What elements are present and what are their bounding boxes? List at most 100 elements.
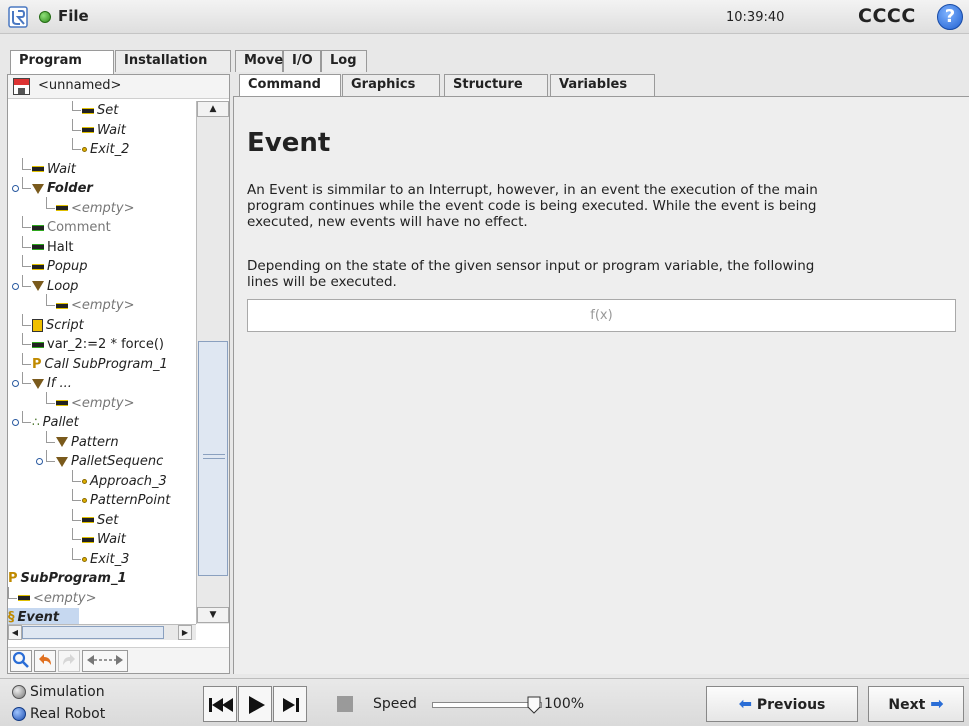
arrow-right-icon: ➡	[930, 694, 944, 713]
redo-icon[interactable]	[58, 650, 80, 672]
tree-connector	[72, 528, 81, 540]
expand-toggle-icon[interactable]	[36, 458, 43, 465]
tree-scroll-thumb[interactable]	[198, 341, 228, 576]
tree-node[interactable]: <empty>	[18, 589, 97, 608]
scroll-left-icon[interactable]: ◀	[8, 625, 22, 640]
expand-toggle-icon[interactable]	[12, 185, 19, 192]
clock: 10:39:40	[726, 10, 785, 25]
simulation-radio[interactable]: Simulation	[12, 684, 105, 700]
tree-node[interactable]: Pattern	[56, 433, 119, 452]
tree-node[interactable]: var_2:=2 * force()	[32, 335, 164, 354]
waypoint-icon	[82, 556, 87, 562]
tree-node[interactable]: Exit_3	[82, 550, 129, 569]
previous-button[interactable]: ⬅ Previous	[706, 686, 858, 722]
scroll-down-icon[interactable]: ▼	[197, 607, 229, 623]
file-menu[interactable]: File	[58, 7, 89, 25]
speed-slider-handle[interactable]	[527, 696, 541, 714]
tab-graphics[interactable]: Graphics	[342, 74, 440, 96]
tree-node-label: Call SubProgram_1	[44, 356, 168, 372]
tree-node[interactable]: Wait	[32, 160, 76, 179]
tab-move[interactable]: Move	[235, 50, 283, 72]
tree-connector	[22, 235, 31, 248]
tab-structure[interactable]: Structure	[444, 74, 548, 96]
tree-connector	[72, 547, 81, 560]
popup-icon	[32, 263, 44, 270]
tree-node[interactable]: <empty>	[56, 199, 135, 218]
real-robot-radio[interactable]: Real Robot	[12, 706, 105, 722]
program-header: <unnamed>	[8, 75, 229, 99]
move-node-icon[interactable]	[82, 650, 128, 672]
tree-node-label: PatternPoint	[90, 493, 171, 508]
tree-node[interactable]: Folder	[32, 179, 93, 198]
tree-node[interactable]: Exit_2	[82, 140, 129, 159]
tree-node-label: Folder	[47, 181, 93, 196]
scroll-right-icon[interactable]: ▶	[178, 625, 192, 640]
tree-horizontal-scrollbar[interactable]: ◀ ▶	[8, 624, 196, 640]
tree-node[interactable]: Loop	[32, 277, 78, 296]
tree-node[interactable]: PatternPoint	[82, 491, 170, 510]
tree-vertical-scrollbar[interactable]: ▲ ▼	[196, 101, 229, 624]
tree-node[interactable]: Approach_3	[82, 472, 167, 491]
tree-node-label: Exit_2	[90, 142, 130, 157]
tree-node[interactable]: Comment	[32, 218, 111, 237]
tree-hscroll-thumb[interactable]	[22, 626, 164, 639]
tree-node-label: Comment	[47, 220, 111, 235]
save-icon[interactable]	[13, 78, 30, 95]
tree-node[interactable]: Wait	[82, 121, 126, 140]
speed-slider[interactable]	[432, 702, 542, 708]
tree-connector	[46, 391, 55, 404]
tree-node[interactable]: Set	[82, 101, 118, 120]
tree-node[interactable]: Set	[82, 511, 118, 530]
expression-input[interactable]: f(x)	[247, 299, 956, 332]
expand-toggle-icon[interactable]	[12, 380, 19, 387]
sequence-icon	[56, 456, 68, 467]
tree-connector	[22, 333, 31, 345]
tree-node[interactable]: If ...	[32, 374, 72, 393]
expand-toggle-icon[interactable]	[12, 419, 19, 426]
tree-node[interactable]: <empty>	[56, 394, 135, 413]
tree-node-label: Set	[97, 512, 119, 528]
tree-node[interactable]: Halt	[32, 238, 73, 257]
search-icon[interactable]	[10, 650, 32, 672]
script-icon	[32, 318, 43, 332]
tree-connector	[72, 508, 81, 521]
tree-node[interactable]: Popup	[32, 257, 88, 276]
scroll-up-icon[interactable]: ▲	[197, 101, 229, 117]
waypoint-icon	[82, 478, 87, 484]
tree-node[interactable]: P SubProgram_1	[8, 569, 127, 588]
tree-node[interactable]: Script	[32, 316, 84, 335]
tree-node-label: Pallet	[42, 415, 79, 430]
tree-connector	[72, 489, 81, 501]
program-tree: Set Wait Exit_2 Wait Folder <empty> Comment Hal…	[8, 101, 196, 624]
expand-toggle-icon[interactable]	[12, 282, 19, 290]
help-icon[interactable]: ?	[937, 4, 963, 30]
tree-node[interactable]: § Event	[8, 608, 80, 624]
tree-connector	[22, 177, 31, 189]
tab-log[interactable]: Log	[321, 50, 367, 72]
tree-toolbar	[8, 647, 229, 673]
real-robot-radio-icon	[12, 707, 26, 721]
if-icon	[32, 378, 44, 389]
next-button[interactable]: Next ➡	[868, 686, 964, 722]
tree-node[interactable]: Wait	[82, 530, 126, 549]
step-button[interactable]	[273, 686, 307, 722]
tree-node[interactable]: P Call SubProgram_1	[32, 355, 168, 374]
description-line: executed, new events will have no effect…	[247, 214, 528, 230]
tree-node[interactable]: <empty>	[56, 296, 135, 315]
undo-icon[interactable]	[34, 650, 56, 672]
step-icon	[283, 698, 299, 712]
folder-icon	[32, 183, 44, 194]
tree-connector	[22, 313, 31, 326]
tab-io[interactable]: I/O	[283, 50, 321, 72]
tree-node[interactable]: ∴ Pallet	[32, 413, 79, 432]
stop-button[interactable]	[330, 686, 364, 722]
tab-installation[interactable]: Installation	[115, 50, 231, 72]
rewind-button[interactable]	[203, 686, 237, 722]
universal-robots-logo	[8, 6, 28, 28]
tab-variables[interactable]: Variables	[550, 74, 655, 96]
tab-command[interactable]: Command	[239, 74, 341, 96]
tab-program[interactable]: Program	[10, 50, 114, 74]
tree-node-label: Event	[17, 610, 60, 624]
play-button[interactable]	[238, 686, 272, 722]
tree-node[interactable]: PalletSequenc	[56, 452, 163, 471]
